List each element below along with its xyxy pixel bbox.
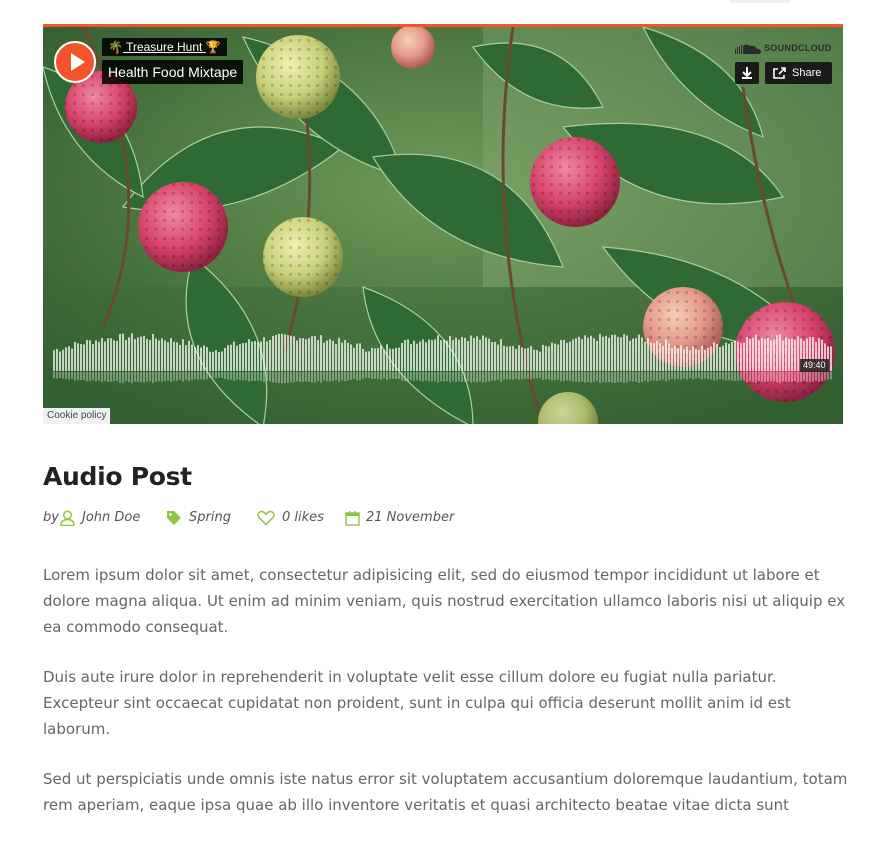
post-paragraph: Sed ut perspiciatis unde omnis iste natu… [43,770,848,814]
soundcloud-player[interactable]: 🌴 Treasure Hunt 🏆 Health Food Mixtape SO… [43,24,843,424]
category-link[interactable]: Spring [189,509,231,527]
waveform[interactable] [53,327,833,387]
likes-count: 0 likes [282,510,324,525]
share-icon [773,67,786,79]
header-shadow [730,0,790,3]
post-paragraph: Duis aute irure dolor in reprehenderit i… [43,668,791,738]
track-title-link[interactable]: Health Food Mixtape [102,60,244,84]
post-date: 21 November [345,509,465,527]
author-name[interactable]: John Doe [82,509,140,527]
heart-icon [257,510,275,526]
trophy-icon: 🏆 [205,40,221,54]
by-label: by [43,510,59,525]
post-category: Spring [166,509,246,527]
tag-icon [167,511,181,525]
soundcloud-logo[interactable]: SOUNDCLOUD [735,41,832,55]
soundcloud-logo-text: SOUNDCLOUD [764,43,832,53]
share-button[interactable]: Share [765,62,832,84]
post-content: Lorem ipsum dolor sit amet, consectetur … [43,562,848,842]
artist-link[interactable]: 🌴 Treasure Hunt 🏆 [102,38,227,56]
calendar-icon [345,511,360,526]
post-author: by John Doe [43,509,143,527]
artist-name: Treasure Hunt [126,40,203,54]
palm-tree-icon: 🌴 [108,40,123,54]
post-title: Audio Post [43,462,192,491]
download-button[interactable] [735,62,759,84]
user-icon [60,510,75,526]
share-label: Share [792,67,822,79]
track-duration: 49:40 [800,359,829,372]
date-text: 21 November [366,510,455,525]
play-icon [71,53,85,71]
cookie-policy-link[interactable]: Cookie policy [43,408,111,424]
cloud-icon [735,44,761,54]
post-likes[interactable]: 0 likes [257,509,337,527]
post-paragraph: Lorem ipsum dolor sit amet, consectetur … [43,566,846,636]
play-button[interactable] [54,41,96,83]
download-icon [742,67,752,79]
